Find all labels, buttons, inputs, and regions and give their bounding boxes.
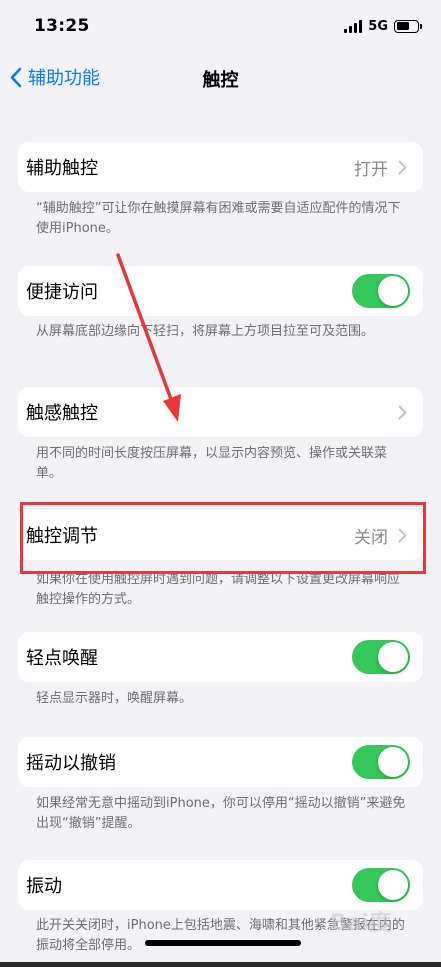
row-vibration: 振动 (18, 860, 423, 910)
row-footnote: 如果经常无意中摇动到iPhone，你可以停用“摇动以撤销”来避免出现“撤销”提醒… (36, 796, 406, 831)
shake-to-undo-toggle[interactable] (352, 745, 410, 779)
watermark: Bai度 (330, 911, 392, 936)
vibration-toggle[interactable] (352, 868, 410, 902)
row-footnote: 从屏幕底部边缘向下轻扫，将屏幕上方项目拉至可及范围。 (36, 324, 375, 339)
chevron-right-icon (398, 405, 407, 419)
row-haptic-touch[interactable]: 触感触控 (18, 387, 423, 437)
status-time: 13:25 (34, 16, 90, 36)
battery-level (396, 22, 409, 30)
cellular-signal-icon (344, 19, 363, 33)
row-footnote: 用不同的时间长度按压屏幕，以显示内容预览、操作或关联菜单。 (36, 446, 388, 481)
tap-to-wake-toggle[interactable] (352, 640, 410, 674)
row-value: 打开 (354, 159, 388, 180)
home-indicator (145, 940, 301, 946)
network-type: 5G (368, 18, 388, 34)
status-bar: 13:25 5G (0, 0, 441, 54)
row-footnote: 如果你在使用触控屏时遇到问题，请调整以下设置更改屏幕响应触控操作的方式。 (36, 572, 401, 607)
battery-icon (394, 19, 422, 33)
row-footnote: “辅助触控”可让你在触摸屏幕有困难或需要自适应配件的情况下使用iPhone。 (36, 201, 401, 236)
row-label: 摇动以撤销 (26, 753, 116, 774)
row-label: 触感触控 (26, 403, 98, 424)
row-footnote: 轻点显示器时，唤醒屏幕。 (36, 691, 193, 706)
chevron-right-icon (398, 160, 407, 174)
page-title: 触控 (202, 70, 239, 91)
row-reachability: 便捷访问 (18, 266, 423, 316)
row-label: 便捷访问 (26, 282, 98, 303)
row-label: 辅助触控 (26, 158, 98, 179)
highlight-box (20, 502, 426, 574)
row-assistive-touch[interactable]: 辅助触控 打开 (18, 142, 423, 192)
reachability-toggle[interactable] (352, 274, 410, 308)
navigation-bar: 辅助功能 触控 (0, 54, 441, 100)
status-indicators: 5G (344, 18, 422, 34)
row-tap-to-wake: 轻点唤醒 (18, 632, 423, 682)
bottom-strip (0, 962, 441, 967)
row-label: 轻点唤醒 (26, 648, 98, 669)
row-label: 振动 (26, 876, 62, 897)
row-shake-to-undo: 摇动以撤销 (18, 737, 423, 787)
